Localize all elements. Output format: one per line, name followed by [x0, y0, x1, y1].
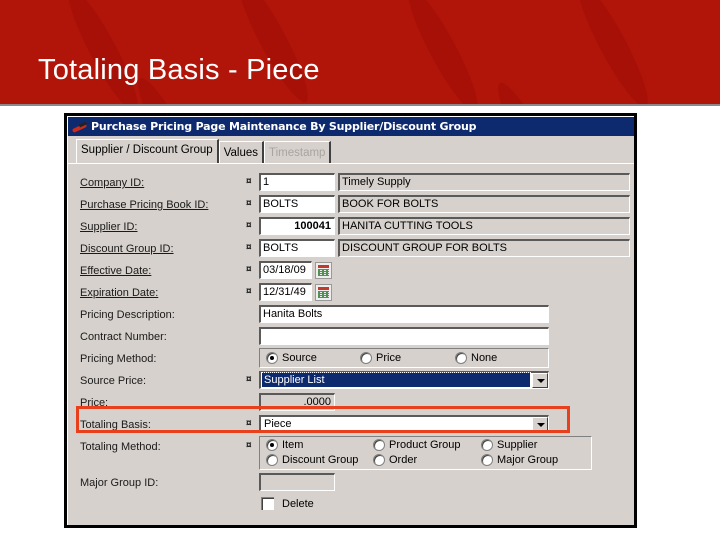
radio-icon	[455, 352, 467, 364]
required-icon: ¤	[246, 198, 252, 209]
radio-icon	[266, 454, 278, 466]
tab-supplier-discount-group[interactable]: Supplier / Discount Group	[76, 139, 219, 163]
expiration-date-input[interactable]: 12/31/49	[259, 283, 312, 301]
totaling-method-item-radio[interactable]: Item	[266, 439, 303, 451]
totaling-basis-highlight	[76, 406, 570, 433]
pricing-method-none-radio[interactable]: None	[455, 352, 497, 364]
calendar-icon[interactable]	[315, 284, 332, 301]
source-price-select[interactable]: Supplier List	[259, 371, 549, 389]
supplier-name-display: HANITA CUTTING TOOLS	[338, 217, 630, 235]
calendar-icon[interactable]	[315, 262, 332, 279]
pricing-method-source-radio[interactable]: Source	[266, 352, 317, 364]
discount-group-id-input[interactable]: BOLTS	[259, 239, 335, 257]
banner-decoration	[398, 0, 488, 106]
pricing-description-input[interactable]: Hanita Bolts	[259, 305, 549, 323]
slide-banner: Totaling Basis - Piece	[0, 0, 720, 106]
radio-icon	[481, 439, 493, 451]
book-description-display: BOOK FOR BOLTS	[338, 195, 630, 213]
radio-selected-icon	[266, 352, 278, 364]
totaling-method-supplier-radio[interactable]: Supplier	[481, 439, 537, 451]
major-group-id-input	[259, 473, 335, 491]
window-title: Purchase Pricing Page Maintenance By Sup…	[91, 120, 477, 133]
book-id-input[interactable]: BOLTS	[259, 195, 335, 213]
app-icon	[71, 121, 89, 133]
company-id-input[interactable]: 1	[259, 173, 335, 191]
totaling-method-major-group-radio[interactable]: Major Group	[481, 454, 558, 466]
required-icon: ¤	[246, 242, 252, 253]
radio-selected-icon	[266, 439, 278, 451]
banner-decoration	[58, 0, 148, 106]
tab-divider	[68, 163, 634, 164]
pricing-method-price-radio[interactable]: Price	[360, 352, 401, 364]
tab-timestamp: Timestamp	[264, 141, 332, 163]
banner-decoration	[568, 0, 658, 106]
totaling-method-discount-group-radio[interactable]: Discount Group	[266, 454, 358, 466]
company-name-display: Timely Supply	[338, 173, 630, 191]
contract-number-input[interactable]	[259, 327, 549, 345]
totaling-method-label: Totaling Method:	[80, 441, 161, 453]
radio-icon	[360, 352, 372, 364]
source-price-label: Source Price:	[80, 375, 147, 387]
banner-divider	[0, 104, 720, 106]
major-group-id-label: Major Group ID:	[80, 477, 159, 489]
book-id-label: Purchase Pricing Book ID:	[80, 199, 209, 211]
app-window: Purchase Pricing Page Maintenance By Sup…	[64, 113, 637, 528]
radio-icon	[373, 454, 385, 466]
window-titlebar[interactable]: Purchase Pricing Page Maintenance By Sup…	[68, 117, 634, 136]
effective-date-label: Effective Date:	[80, 265, 152, 277]
required-icon: ¤	[246, 220, 252, 231]
discount-group-id-label: Discount Group ID:	[80, 243, 174, 255]
supplier-id-input[interactable]: 100041	[259, 217, 335, 235]
totaling-method-group: Item Product Group Supplier Discount Gro…	[259, 436, 592, 470]
radio-icon	[481, 454, 493, 466]
required-icon: ¤	[246, 286, 252, 297]
banner-decoration	[488, 77, 578, 106]
pricing-method-label: Pricing Method:	[80, 353, 157, 365]
delete-checkbox[interactable]: Delete	[261, 497, 314, 510]
discount-group-description-display: DISCOUNT GROUP FOR BOLTS	[338, 239, 630, 257]
effective-date-input[interactable]: 03/18/09	[259, 261, 312, 279]
source-price-value: Supplier List	[261, 372, 531, 388]
supplier-id-label: Supplier ID:	[80, 221, 138, 233]
radio-icon	[373, 439, 385, 451]
required-icon: ¤	[246, 264, 252, 275]
slide-title: Totaling Basis - Piece	[38, 54, 320, 86]
required-icon: ¤	[246, 374, 252, 385]
tab-bar: Supplier / Discount Group Values Timesta…	[76, 139, 332, 163]
required-icon: ¤	[246, 440, 252, 451]
checkbox-icon	[261, 497, 274, 510]
pricing-method-group: Source Price None	[259, 348, 549, 368]
pricing-description-label: Pricing Description:	[80, 309, 175, 321]
company-id-label: Company ID:	[80, 177, 145, 189]
expiration-date-label: Expiration Date:	[80, 287, 159, 299]
totaling-method-product-group-radio[interactable]: Product Group	[373, 439, 461, 451]
chevron-down-icon[interactable]	[532, 373, 548, 388]
totaling-method-order-radio[interactable]: Order	[373, 454, 417, 466]
contract-number-label: Contract Number:	[80, 331, 167, 343]
required-icon: ¤	[246, 176, 252, 187]
banner-decoration	[228, 0, 318, 106]
tab-values[interactable]: Values	[218, 141, 264, 163]
